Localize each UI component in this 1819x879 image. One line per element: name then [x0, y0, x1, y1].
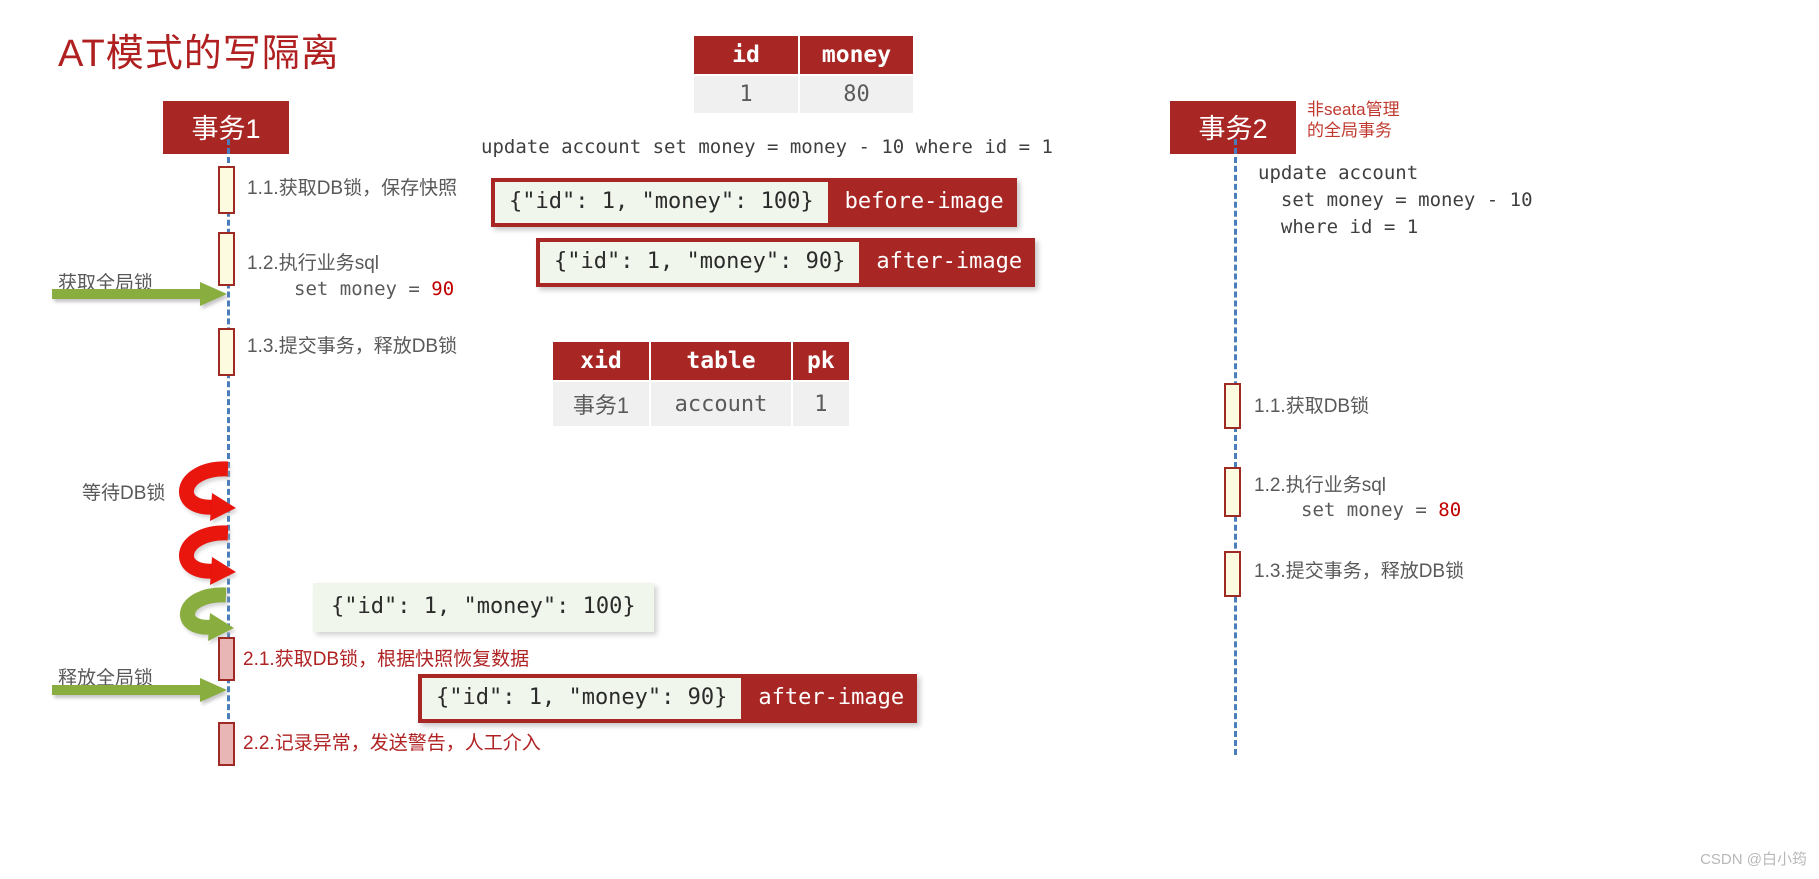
transaction-2-lifeline [1234, 139, 1237, 755]
rollback-after-image-json: {"id": 1, "money": 90} [418, 674, 746, 723]
cell-lock-table: account [651, 382, 791, 426]
page-title: AT模式的写隔离 [58, 33, 340, 75]
before-image-box: {"id": 1, "money": 100} before-image [491, 178, 1017, 227]
after-image-json: {"id": 1, "money": 90} [536, 238, 864, 287]
after-image-tag: after-image [863, 238, 1036, 287]
table-header-row: xid table pk [553, 342, 849, 380]
cell-lock-pk: 1 [793, 382, 849, 426]
retry-spiral-red-arrows [179, 461, 236, 641]
step-detail-1-2-text: set money = [294, 278, 432, 300]
account-table: id money 1 80 [692, 34, 915, 115]
global-lock-release-arrow [52, 678, 227, 702]
transaction-2-header: 事务2 [1170, 101, 1296, 154]
after-image-box: {"id": 1, "money": 90} after-image [536, 238, 1036, 287]
column-header-pk: pk [793, 342, 849, 380]
activation-bar-2-1-1 [1224, 383, 1241, 429]
rollback-after-image-tag: after-image [745, 674, 918, 723]
activation-bar-1-2 [218, 232, 235, 286]
column-header-id: id [694, 36, 798, 74]
table-row: 1 80 [694, 76, 913, 113]
step-detail-txn2-1-2-value: 80 [1438, 499, 1462, 521]
step-label-1-1: 1.1.获取DB锁，保存快照 [247, 178, 458, 199]
activation-bar-2-1-2 [1224, 467, 1241, 517]
activation-bar-1-3 [218, 328, 235, 376]
lock-table: xid table pk 事务1 account 1 [551, 340, 851, 428]
step-label-2-2: 2.2.记录异常，发送警告，人工介入 [243, 733, 541, 754]
transaction-2-sql: update account set money = money - 10 wh… [1258, 162, 1533, 238]
lock-table-grid: xid table pk 事务1 account 1 [551, 340, 851, 428]
watermark: CSDN @白小筠 [1700, 851, 1807, 868]
transaction-2-note: 非seata管理 的全局事务 [1307, 100, 1400, 140]
activation-bar-2-1 [218, 637, 235, 681]
before-image-tag: before-image [831, 178, 1017, 227]
column-header-money: money [800, 36, 913, 74]
global-lock-acquire-arrow [52, 282, 227, 306]
step-detail-1-2-value: 90 [431, 278, 455, 300]
activation-bar-2-1-3 [1224, 551, 1241, 597]
table-header-row: id money [694, 36, 913, 74]
step-label-txn2-1-3: 1.3.提交事务，释放DB锁 [1254, 561, 1465, 582]
step-detail-1-2: set money = 90 [294, 277, 454, 302]
step-detail-txn2-1-2-text: set money = [1301, 499, 1439, 521]
step-label-1-3: 1.3.提交事务，释放DB锁 [247, 336, 458, 357]
column-header-table: table [651, 342, 791, 380]
diagram-canvas: AT模式的写隔离 id money 1 80 事务1 update accoun… [0, 0, 1819, 879]
rollback-snapshot-box: {"id": 1, "money": 100} [313, 583, 654, 632]
transaction-1-header: 事务1 [163, 101, 289, 154]
step-label-txn2-1-1: 1.1.获取DB锁 [1254, 396, 1370, 417]
step-detail-txn2-1-2: set money = 80 [1301, 498, 1461, 523]
cell-account-id: 1 [694, 76, 798, 113]
step-label-txn2-1-2: 1.2.执行业务sql [1254, 475, 1386, 496]
table-row: 事务1 account 1 [553, 382, 849, 426]
account-table-grid: id money 1 80 [692, 34, 915, 115]
wait-db-lock-label: 等待DB锁 [82, 483, 166, 504]
before-image-json: {"id": 1, "money": 100} [491, 178, 832, 227]
step-label-1-2: 1.2.执行业务sql [247, 253, 379, 274]
cell-lock-xid: 事务1 [553, 382, 649, 426]
rollback-after-image-box: {"id": 1, "money": 90} after-image [418, 674, 918, 723]
column-header-xid: xid [553, 342, 649, 380]
cell-account-money: 80 [800, 76, 913, 113]
transaction-1-sql: update account set money = money - 10 wh… [481, 136, 1053, 158]
step-label-2-1: 2.1.获取DB锁，根据快照恢复数据 [243, 649, 530, 670]
activation-bar-1-1 [218, 166, 235, 214]
activation-bar-2-2 [218, 722, 235, 766]
